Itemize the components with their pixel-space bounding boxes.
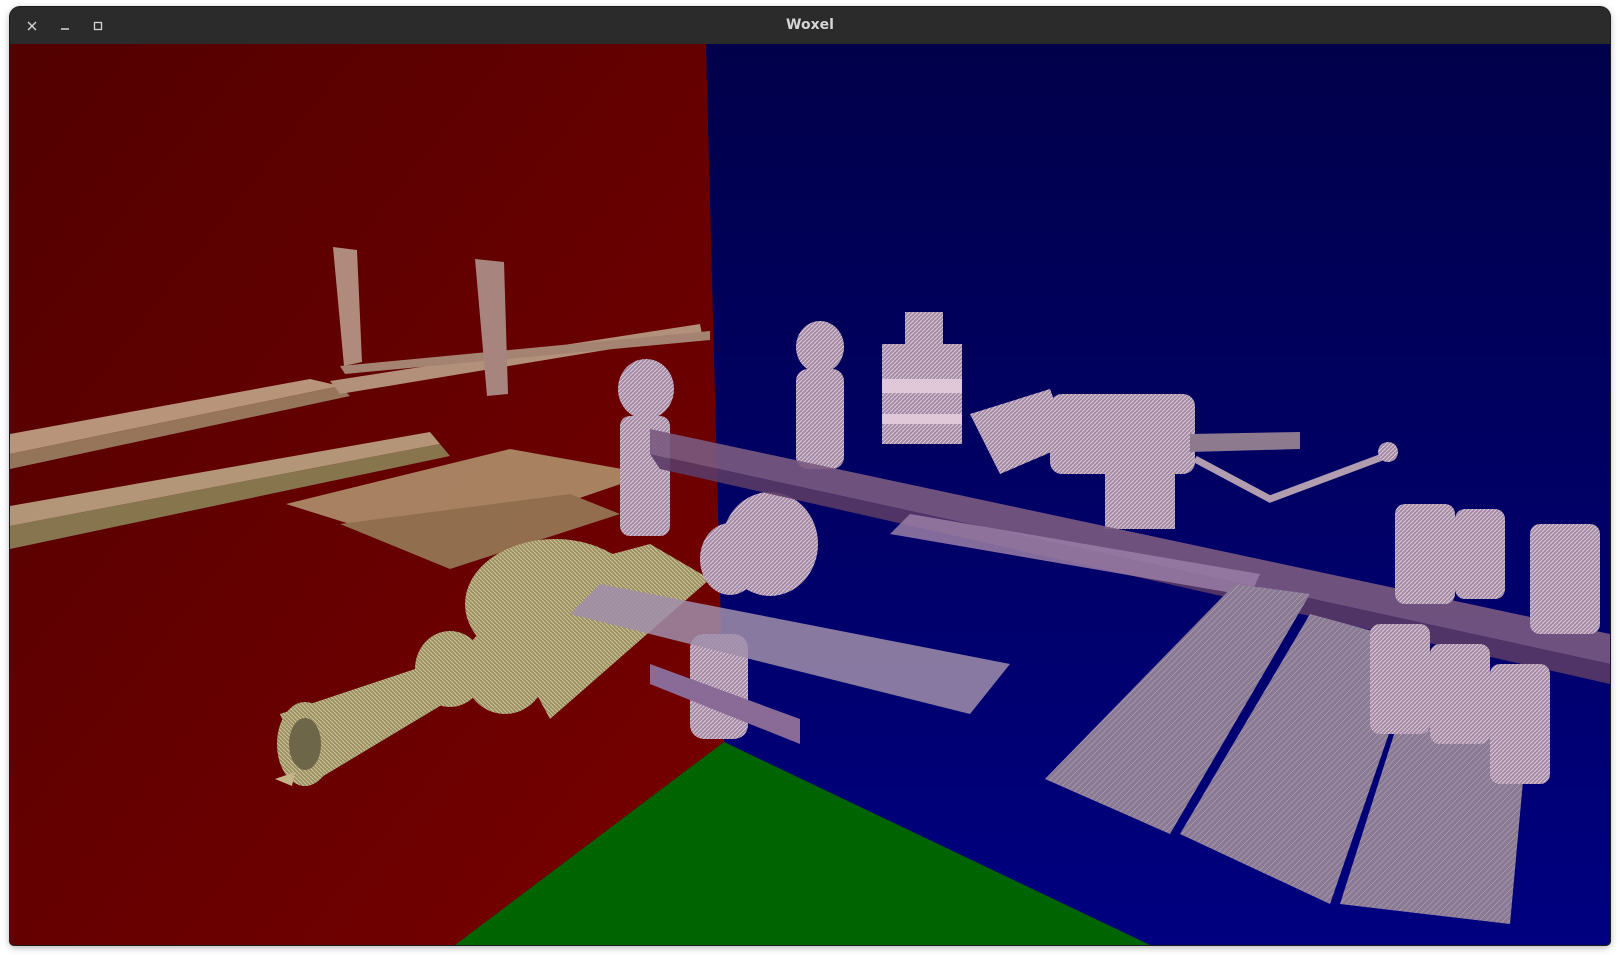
render-viewport[interactable] [10, 44, 1610, 945]
app-window: Woxel [10, 7, 1610, 945]
title-bar[interactable]: Woxel [10, 7, 1610, 44]
window-title: Woxel [786, 17, 834, 33]
voxel-scene[interactable] [10, 44, 1610, 945]
